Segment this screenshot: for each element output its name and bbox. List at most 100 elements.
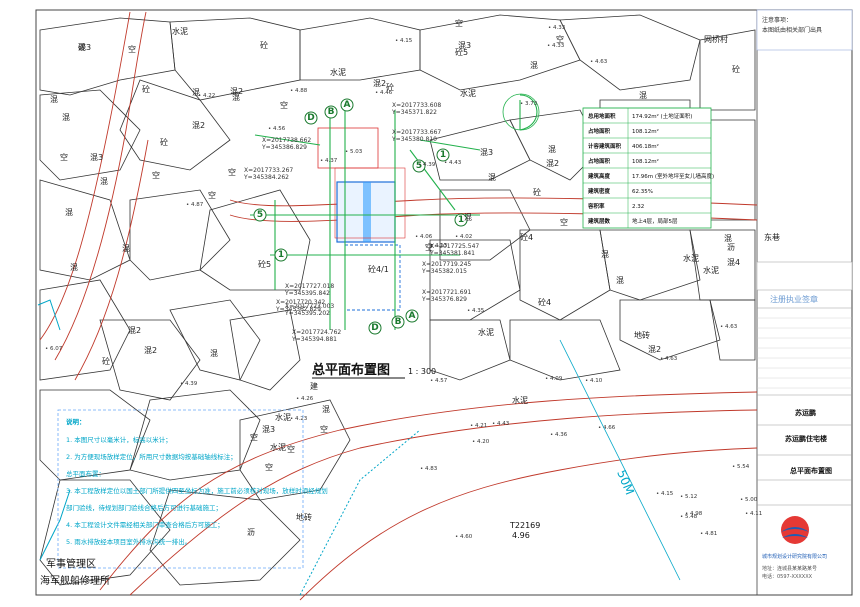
elevation-label: • 4.63 (590, 59, 608, 65)
area-label: 空 (60, 152, 68, 162)
top-note-line-1: 注意事项： (762, 16, 792, 24)
coord: Y=345394.881 (291, 336, 337, 343)
area-label: 混2 (128, 326, 141, 335)
table-cell-label: 计容建筑面积 (588, 142, 622, 150)
area-label: 空 (287, 444, 295, 454)
area-label: 砼4/1 (368, 264, 389, 274)
area-label: 混 (70, 263, 78, 272)
elevation-label: • 4.21 (470, 423, 487, 429)
area-label: 混 (530, 61, 538, 70)
project-name: 苏运鹏住宅楼 (785, 434, 827, 443)
area-label: 混 (464, 213, 472, 222)
company-address: 地址：连城县某某路某号 (762, 565, 817, 572)
elevation-label: • 4.36 (550, 432, 568, 438)
axis-label: A (409, 311, 416, 321)
axis-label: D (371, 323, 378, 333)
note-item: 2. 为方便现场放样定位，所用尺寸数据均按基础轴线标注； (66, 452, 237, 461)
coord: X=2017733.267 (244, 167, 293, 174)
coord: X=2017721.691 (422, 289, 471, 296)
military-zone-label: 军事管理区 (46, 557, 96, 570)
elevation-label: • 4.43 (444, 160, 462, 166)
area-label: 空 (128, 44, 136, 54)
area-label: 砼 (142, 84, 150, 94)
area-label: 空 (152, 170, 160, 180)
site-plan-drawing: 注意事项： 本图纸由相关部门出具 A B D A B D 1 5 1 5 1 X… (35, 9, 853, 601)
area-label: 砼 (102, 356, 110, 366)
coord: Y=345362.829 (275, 306, 321, 313)
company-logo (781, 516, 809, 544)
area-label: 混2 (230, 87, 243, 96)
elevation-label: • 4.09 (545, 376, 563, 382)
area-label: 水泥 (460, 88, 476, 98)
coord: X=2017719.245 (422, 261, 471, 268)
area-label: 混 (724, 234, 732, 243)
elevation-label: • 4.13 (430, 243, 448, 249)
area-label: 东巷 (764, 232, 780, 242)
area-label: 水泥 (270, 442, 286, 452)
area-label: 混 (488, 173, 496, 182)
table-cell-label: 总用地面积 (588, 112, 616, 120)
coord: X=2017733.608 (392, 102, 441, 109)
area-label: 混3 (480, 148, 493, 157)
area-label: 混2 (192, 121, 205, 130)
axis-label: D (307, 113, 314, 123)
elevation-label: • 4.66 (598, 425, 616, 431)
table-cell-value: 2.32 (632, 204, 644, 210)
coord: X=2017720.342 (276, 299, 325, 306)
area-label: 水泥 (330, 67, 346, 77)
area-label: 空 (228, 167, 236, 177)
elevation-label: • 5.48 (680, 514, 698, 520)
area-label: 空 (320, 424, 328, 434)
table-cell-value: 108.12m² (632, 158, 659, 165)
elevation-label: • 4.87 (186, 202, 204, 208)
elevation-label: • 4.02 (455, 234, 472, 240)
table-cell-label: 容积率 (587, 202, 605, 210)
drawing-scale: 1 : 300 (408, 367, 436, 376)
table-cell-label: 占地面积 (588, 127, 611, 135)
coord: Y=345386.829 (261, 144, 307, 151)
elevation-label: • 5.03 (345, 149, 363, 155)
area-label: 水泥 (683, 253, 699, 263)
table-cell-label: 建筑层数 (588, 217, 611, 225)
elevation-label: • 4.15 (656, 491, 674, 497)
axis-label: 1 (440, 150, 446, 160)
area-label: 混 (548, 145, 556, 154)
table-cell-value: 406.18m² (632, 143, 659, 150)
coord: X=2017738.662 (262, 137, 311, 144)
area-label: 混4 (727, 258, 740, 267)
note-item: 部门验线，待规划部门验线合格后方可进行基础施工； (66, 503, 222, 512)
axis-label: 5 (257, 210, 263, 220)
elevation-label: • 4.46 (375, 90, 393, 96)
area-label: 建 (310, 381, 318, 391)
area-label: 水泥 (478, 327, 494, 337)
area-label: 混 (122, 244, 130, 253)
area-label: 水泥 (172, 26, 188, 36)
axis-label: B (328, 107, 335, 117)
area-label: 砼 (260, 40, 268, 50)
note-item: 总平面布置： (66, 469, 105, 478)
table-cell-label: 占地面积 (588, 157, 611, 165)
company-phone: 电话：0597-XXXXXX (762, 573, 813, 580)
area-label: 混3 (90, 153, 103, 162)
elevation-label: • 4.88 (290, 88, 308, 94)
note-item: 1. 本图尺寸以毫米计，标高以米计； (66, 435, 172, 444)
area-label: 空 (208, 190, 216, 200)
coord: Y=345380.810 (391, 136, 437, 143)
area-label: 空 (265, 462, 273, 472)
elevation-label: • 4.10 (585, 378, 603, 384)
note-item: 5. 雨水排放经本项目室外排水沟统一排出。 (66, 537, 191, 546)
area-label: 砼4 (520, 232, 533, 242)
coord: Y=345395.842 (284, 290, 330, 297)
stamp-label: 注册执业签章 (770, 294, 818, 304)
elevation-label: • 5.54 (732, 464, 750, 470)
elevation-label: • 4.39 (418, 162, 436, 168)
coord: X=2017724.762 (292, 329, 341, 336)
elevation-label: • 4.43 (492, 421, 510, 427)
elevation-label: • 4.39 (180, 381, 198, 387)
table-cell-value: 地上4层，局部5层 (632, 217, 678, 225)
area-label: 砼 (160, 137, 168, 147)
area-label: 沥 (727, 243, 735, 252)
road-elev: 4.96 (512, 531, 530, 540)
table-cell-value: 17.96m (室外地坪至女儿墙高度) (632, 172, 714, 180)
area-label: 水泥 (275, 412, 291, 422)
